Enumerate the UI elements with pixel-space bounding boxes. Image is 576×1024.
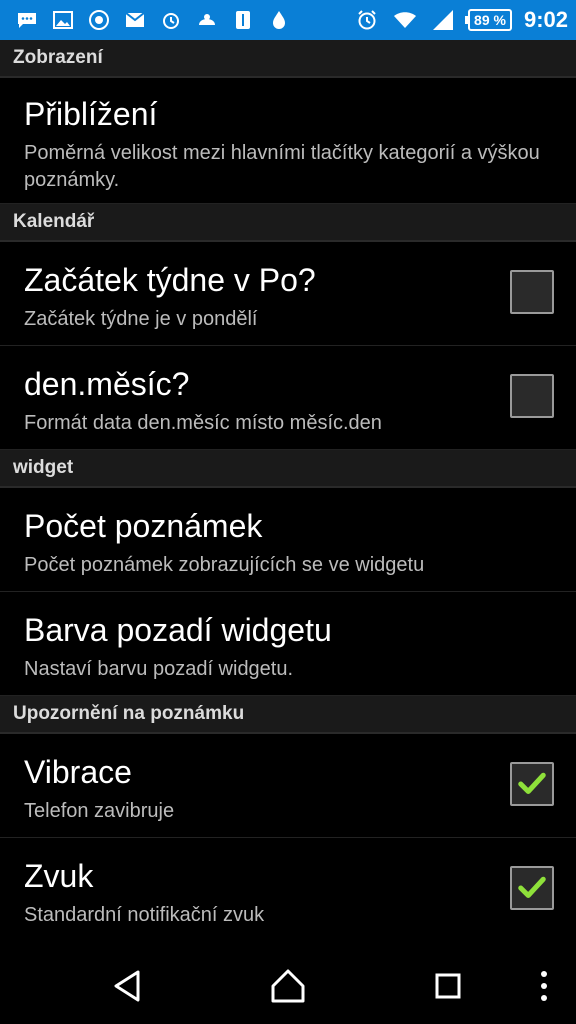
pref-zoom[interactable]: Přiblížení Poměrná velikost mezi hlavním…	[0, 78, 576, 204]
pref-summary: Počet poznámek zobrazujících se ve widge…	[24, 554, 425, 576]
category-header-notification: Upozornění na poznámku	[0, 696, 576, 734]
sound-checkbox[interactable]	[510, 866, 554, 910]
wifi-icon	[392, 7, 418, 33]
week-start-checkbox[interactable]	[510, 270, 554, 314]
alarm-app-icon	[158, 7, 184, 33]
weather-icon	[194, 7, 220, 33]
pref-date-format[interactable]: den.měsíc? Formát data den.měsíc místo m…	[0, 346, 576, 450]
check-mark-icon	[518, 772, 546, 794]
preferences-list: Zobrazení Přiblížení Poměrná velikost me…	[0, 40, 576, 942]
home-icon[interactable]	[268, 966, 308, 1006]
pref-title: Barva pozadí widgetu	[24, 612, 332, 648]
signal-icon	[430, 7, 456, 33]
chat-icon	[14, 7, 40, 33]
notification-icons	[14, 7, 292, 33]
vertical-app-icon	[230, 7, 256, 33]
category-header-zobrazeni: Zobrazení	[0, 40, 576, 78]
category-header-kalendar: Kalendář	[0, 204, 576, 242]
alarm-icon	[354, 7, 380, 33]
category-header-widget: widget	[0, 450, 576, 488]
pref-summary: Standardní notifikační zvuk	[24, 904, 265, 926]
pref-title: Vibrace	[24, 754, 132, 790]
pref-summary: Poměrná velikost mezi hlavními tlačítky …	[24, 142, 540, 191]
battery-indicator: 89 %	[465, 9, 512, 31]
pref-vibration[interactable]: Vibrace Telefon zavibruje	[0, 734, 576, 838]
pref-sound[interactable]: Zvuk Standardní notifikační zvuk	[0, 838, 576, 942]
pref-title: Začátek týdne v Po?	[24, 262, 316, 298]
pref-summary: Telefon zavibruje	[24, 800, 175, 822]
status-clock: 9:02	[523, 7, 568, 32]
back-icon[interactable]	[108, 966, 148, 1006]
pref-title: Přiblížení	[24, 96, 158, 132]
pref-title: Počet poznámek	[24, 508, 263, 544]
pref-widget-bg-color[interactable]: Barva pozadí widgetu Nastaví barvu pozad…	[0, 592, 576, 696]
recents-icon[interactable]	[428, 966, 468, 1006]
system-icons: 89 % 9:02	[354, 7, 568, 33]
pref-summary: Formát data den.měsíc místo měsíc.den	[24, 412, 382, 434]
pref-week-start[interactable]: Začátek týdne v Po? Začátek týdne je v p…	[0, 242, 576, 346]
pref-summary: Nastaví barvu pozadí widgetu.	[24, 658, 294, 680]
gmail-icon	[122, 7, 148, 33]
pref-title: den.měsíc?	[24, 366, 190, 402]
date-format-checkbox[interactable]	[510, 374, 554, 418]
pref-title: Zvuk	[24, 858, 94, 894]
overflow-menu-icon[interactable]	[524, 966, 564, 1006]
gallery-icon	[50, 7, 76, 33]
pref-note-count[interactable]: Počet poznámek Počet poznámek zobrazujíc…	[0, 488, 576, 592]
drop-icon	[266, 7, 292, 33]
navigation-bar	[0, 948, 576, 1024]
vibration-checkbox[interactable]	[510, 762, 554, 806]
status-bar: 89 % 9:02	[0, 0, 576, 40]
pref-summary: Začátek týdne je v pondělí	[24, 308, 258, 330]
app-icon	[86, 7, 112, 33]
check-mark-icon	[518, 876, 546, 898]
